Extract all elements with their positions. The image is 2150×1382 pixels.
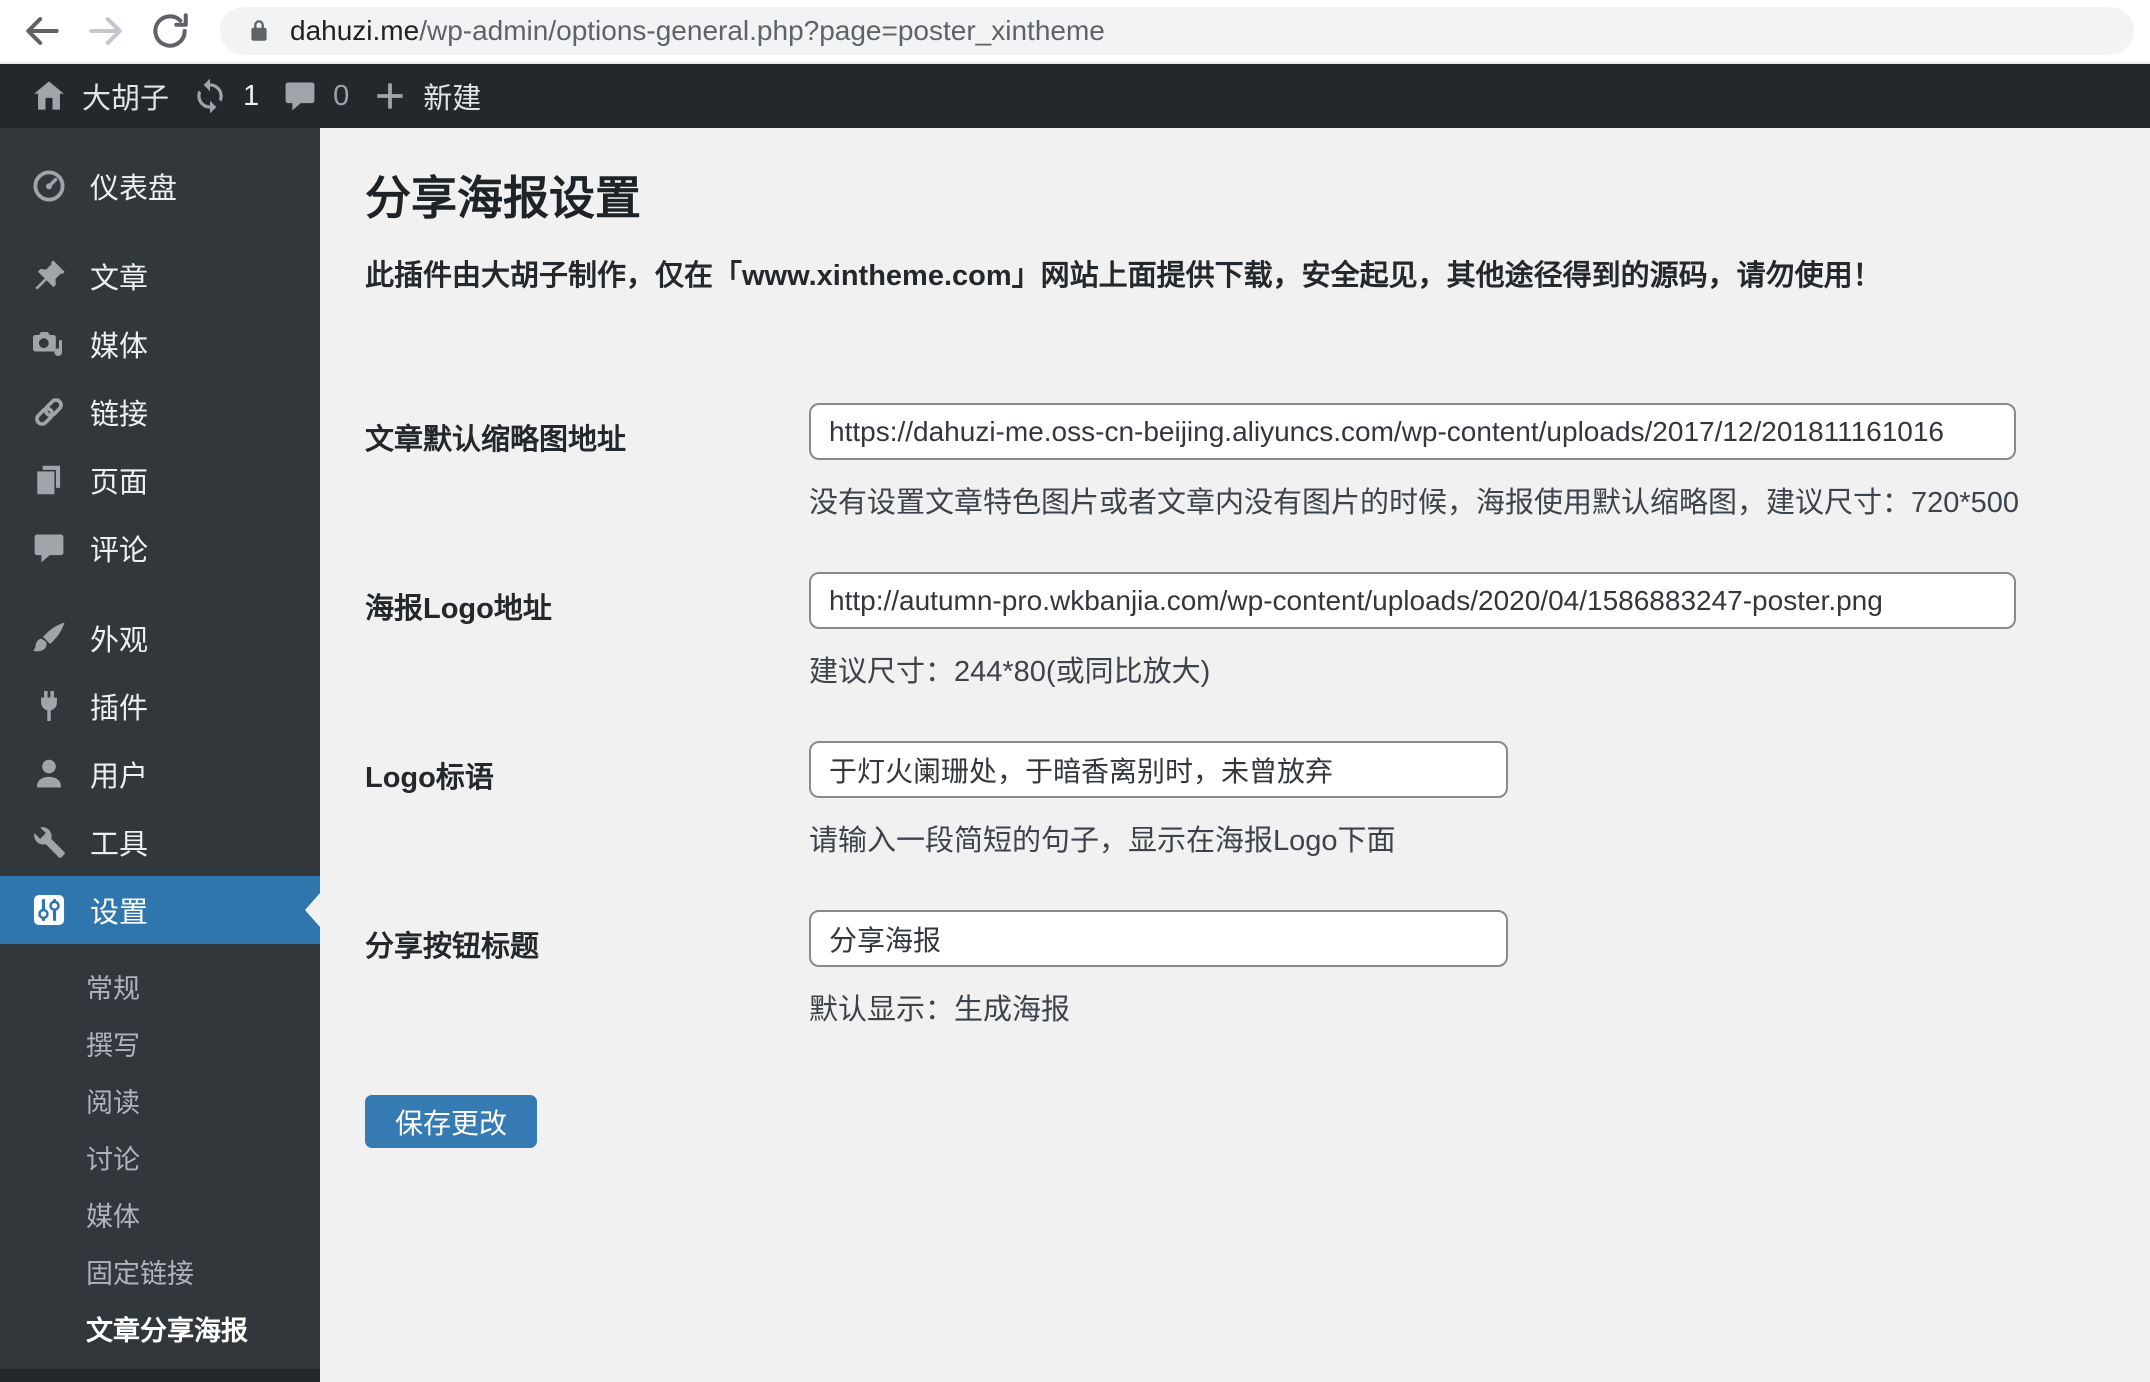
dashboard-icon [30, 167, 68, 205]
sidebar-bottom-divider [0, 1369, 320, 1382]
sidebar-item-label: 媒体 [90, 331, 149, 363]
update-count: 1 [243, 79, 260, 112]
links-chain-icon [30, 393, 68, 431]
admin-bar-comments[interactable]: 0 [281, 77, 349, 115]
new-label: 新建 [423, 83, 482, 115]
browser-toolbar: dahuzi.me/wp-admin/options-general.php?p… [0, 0, 2150, 64]
url-bar[interactable]: dahuzi.me/wp-admin/options-general.php?p… [220, 7, 2134, 55]
submenu-item-reading[interactable]: 阅读 [0, 1072, 320, 1129]
plugin-notice: 此插件由大胡子制作，仅在「www.xintheme.com」网站上面提供下载，安… [365, 260, 1882, 292]
sidebar-item-settings[interactable]: 设置 [0, 876, 320, 944]
admin-bar-updates[interactable]: 1 [191, 77, 259, 115]
sidebar-item-label: 外观 [90, 625, 149, 657]
submenu-item-permalinks[interactable]: 固定链接 [0, 1243, 320, 1300]
tools-wrench-icon [30, 823, 68, 861]
comment-count: 0 [333, 79, 350, 112]
url-path: /wp-admin/options-general.php?page=poste… [419, 15, 1105, 46]
sidebar-item-pages[interactable]: 页面 [0, 446, 320, 514]
field-label: 文章默认缩略图地址 [365, 424, 627, 456]
admin-bar-new[interactable]: 新建 [371, 75, 481, 117]
sidebar-item-label: 评论 [90, 535, 149, 567]
comment-bubble-icon [281, 77, 319, 115]
settings-submenu: 常规 撰写 阅读 讨论 媒体 固定链接 文章分享海报 [0, 944, 320, 1357]
sidebar-item-label: 链接 [90, 399, 149, 431]
form-row-share-button-title: 分享按钮标题 默认显示：生成海报 [365, 910, 2150, 1027]
wp-admin-bar: 大胡子 1 0 新建 [0, 64, 2150, 128]
sidebar-item-label: 页面 [90, 467, 149, 499]
form-row-thumbnail-url: 文章默认缩略图地址 没有设置文章特色图片或者文章内没有图片的时候，海报使用默认缩… [365, 403, 2150, 520]
sidebar-item-comments[interactable]: 评论 [0, 514, 320, 582]
sidebar-item-label: 仪表盘 [90, 173, 178, 205]
sidebar-item-dashboard[interactable]: 仪表盘 [0, 152, 320, 220]
users-icon [30, 755, 68, 793]
forward-icon[interactable] [84, 9, 128, 53]
appearance-brush-icon [30, 619, 68, 657]
submenu-item-share-poster[interactable]: 文章分享海报 [0, 1300, 320, 1357]
sidebar-item-links[interactable]: 链接 [0, 378, 320, 446]
field-label: 分享按钮标题 [365, 931, 540, 963]
share-button-title-input[interactable] [809, 910, 1508, 967]
thumbnail-url-input[interactable] [809, 403, 2016, 460]
site-name: 大胡子 [82, 83, 170, 115]
updates-icon [191, 77, 229, 115]
field-help: 默认显示：生成海报 [809, 994, 1071, 1026]
url-text: dahuzi.me/wp-admin/options-general.php?p… [290, 15, 1105, 47]
lock-icon [246, 18, 272, 44]
sidebar-item-posts[interactable]: 文章 [0, 242, 320, 310]
settings-sliders-icon [30, 891, 68, 929]
form-row-logo-slogan: Logo标语 请输入一段简短的句子，显示在海报Logo下面 [365, 741, 2150, 858]
admin-menu: 仪表盘 文章 媒体 链接 页面 评论 外观 插件 用户 工具 设置 常规 撰写 … [0, 128, 320, 1382]
sidebar-item-media[interactable]: 媒体 [0, 310, 320, 378]
sidebar-item-label: 文章 [90, 263, 149, 295]
screenshot-root: dahuzi.me/wp-admin/options-general.php?p… [0, 0, 2150, 1382]
submenu-item-media[interactable]: 媒体 [0, 1186, 320, 1243]
sidebar-item-plugins[interactable]: 插件 [0, 672, 320, 740]
sidebar-item-label: 用户 [90, 761, 149, 793]
admin-bar-site-menu[interactable]: 大胡子 [30, 75, 169, 117]
sidebar-item-users[interactable]: 用户 [0, 740, 320, 808]
sidebar-item-tools[interactable]: 工具 [0, 808, 320, 876]
logo-slogan-input[interactable] [809, 741, 1508, 798]
sidebar-item-label: 插件 [90, 693, 149, 725]
home-icon [30, 77, 68, 115]
back-icon[interactable] [20, 9, 64, 53]
field-help: 建议尺寸：244*80(或同比放大) [809, 656, 1211, 688]
field-label: Logo标语 [365, 762, 494, 794]
plus-icon [371, 77, 409, 115]
field-label: 海报Logo地址 [365, 593, 552, 625]
media-icon [30, 325, 68, 363]
form-row-logo-url: 海报Logo地址 建议尺寸：244*80(或同比放大) [365, 572, 2150, 689]
comments-icon [30, 529, 68, 567]
submenu-item-general[interactable]: 常规 [0, 958, 320, 1015]
refresh-icon[interactable] [148, 9, 192, 53]
sidebar-item-appearance[interactable]: 外观 [0, 604, 320, 672]
field-help: 没有设置文章特色图片或者文章内没有图片的时候，海报使用默认缩略图，建议尺寸：72… [809, 487, 2020, 519]
submenu-item-discussion[interactable]: 讨论 [0, 1129, 320, 1186]
settings-page: 分享海报设置 此插件由大胡子制作，仅在「www.xintheme.com」网站上… [320, 128, 2150, 1382]
url-domain: dahuzi.me [290, 15, 420, 46]
posts-pin-icon [30, 257, 68, 295]
field-help: 请输入一段简短的句子，显示在海报Logo下面 [809, 825, 1396, 857]
plugins-plug-icon [30, 687, 68, 725]
submenu-item-writing[interactable]: 撰写 [0, 1015, 320, 1072]
logo-url-input[interactable] [809, 572, 2016, 629]
pages-icon [30, 461, 68, 499]
page-title: 分享海报设置 [365, 172, 641, 224]
sidebar-item-label: 工具 [90, 829, 149, 861]
sidebar-item-label: 设置 [90, 897, 149, 929]
save-changes-button[interactable]: 保存更改 [365, 1095, 538, 1148]
